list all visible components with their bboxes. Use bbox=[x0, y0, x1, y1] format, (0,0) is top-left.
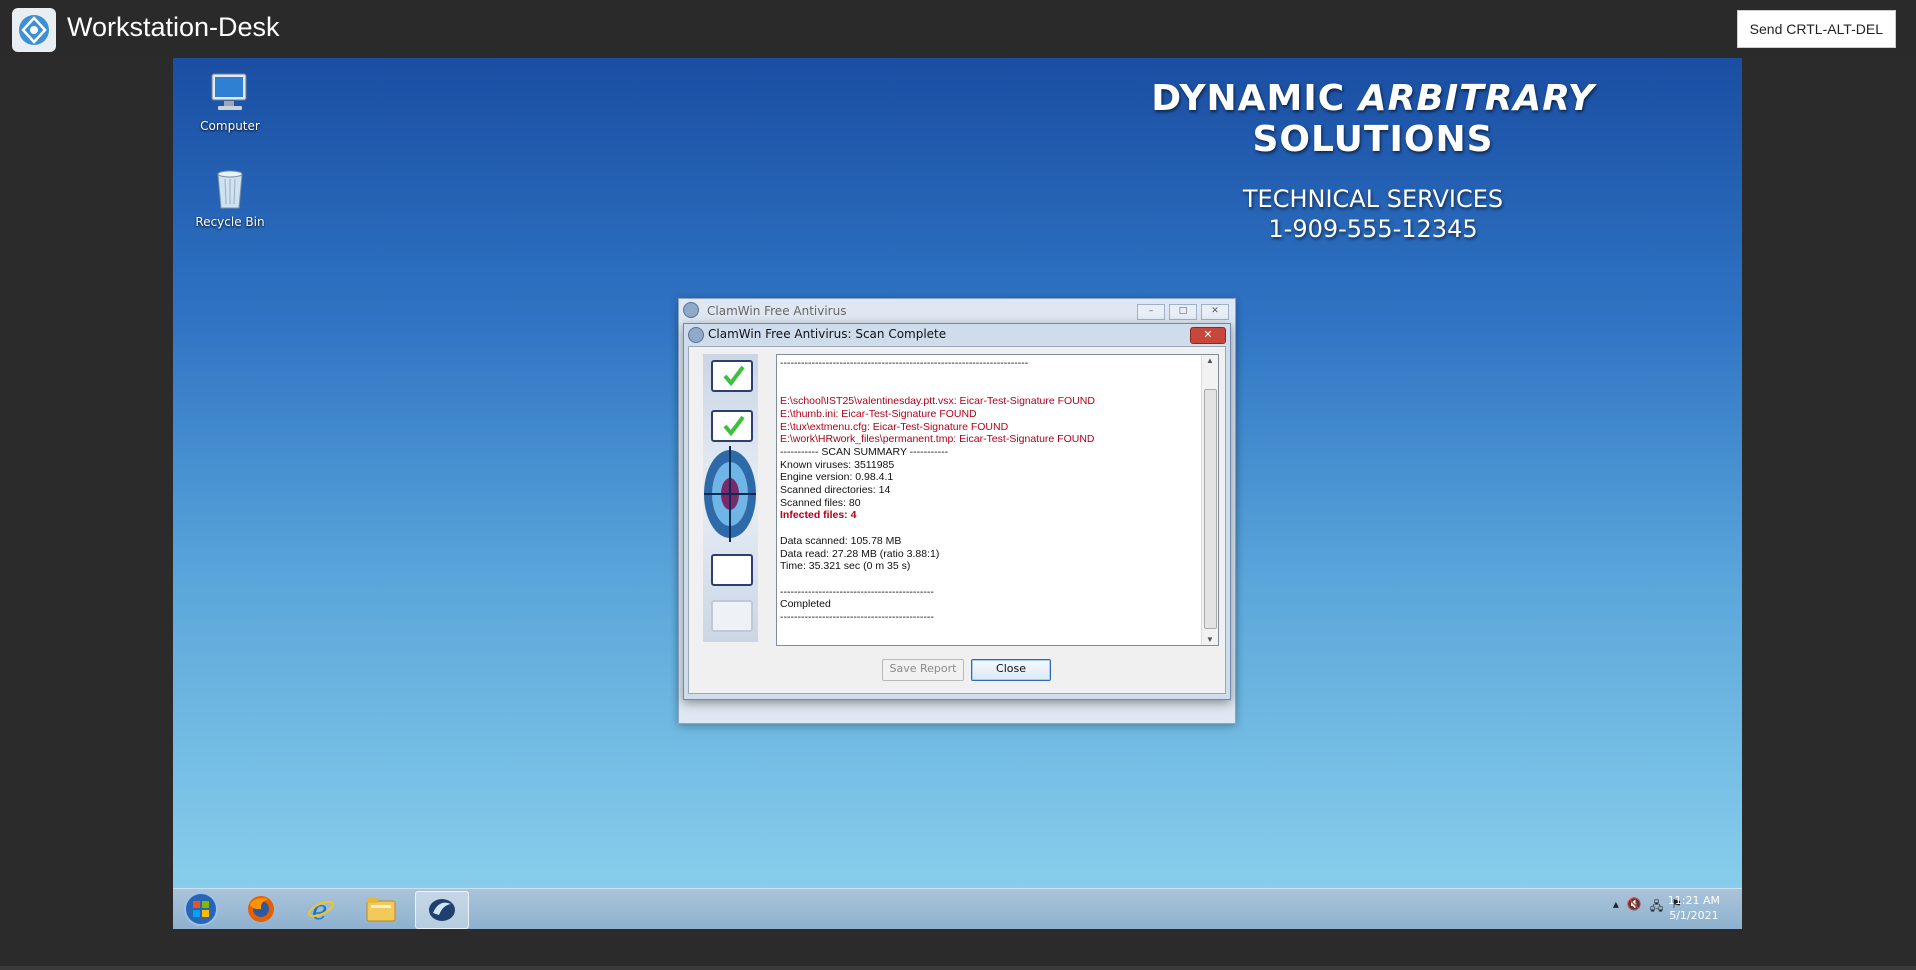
taskbar: e ▴ 🔇 🖧 ⚑ 11:21 AM 5/1/2021 bbox=[173, 888, 1742, 929]
log-line: E:\work\HRwork_files\permanent.tmp: Eica… bbox=[780, 433, 1095, 446]
dialog-body: ----------------------------------------… bbox=[688, 346, 1226, 694]
brand-subtitle: TECHNICAL SERVICES 1-909-555-12345 bbox=[1242, 185, 1504, 243]
scan-report-log[interactable]: ----------------------------------------… bbox=[776, 354, 1219, 646]
log-line: Data read: 27.28 MB (ratio 3.88:1) bbox=[780, 547, 940, 560]
volume-muted-icon[interactable]: 🔇 bbox=[1627, 897, 1642, 918]
maximize-button[interactable]: □ bbox=[1169, 304, 1197, 320]
remote-desktop[interactable]: Computer Recycle Bin DYNAMIC ARBITRARY S… bbox=[173, 58, 1742, 929]
workstation-logo-icon bbox=[12, 8, 56, 52]
app-title: Workstation-Desk bbox=[67, 12, 280, 42]
log-line: Known viruses: 3511985 bbox=[780, 458, 895, 471]
desktop-icon-label: Computer bbox=[200, 119, 260, 133]
dialog-title-bar[interactable]: ClamWin Free Antivirus: Scan Complete ✕ bbox=[684, 324, 1230, 344]
log-line: Scanned files: 80 bbox=[780, 496, 861, 509]
log-line: Time: 35.321 sec (0 m 35 s) bbox=[780, 560, 911, 573]
file-explorer-icon[interactable] bbox=[355, 891, 407, 927]
close-button[interactable]: Close bbox=[971, 659, 1051, 681]
log-line: ----------------------------------------… bbox=[780, 357, 1029, 369]
minimize-button[interactable]: – bbox=[1137, 304, 1165, 320]
save-report-button[interactable]: Save Report bbox=[882, 659, 964, 681]
log-line: Data scanned: 105.78 MB bbox=[780, 534, 902, 547]
dialog-title: ClamWin Free Antivirus: Scan Complete bbox=[708, 327, 947, 341]
start-orb-icon[interactable] bbox=[175, 891, 227, 927]
desktop-icon-recycle-bin[interactable]: Recycle Bin bbox=[185, 164, 275, 229]
close-button[interactable]: ✕ bbox=[1201, 304, 1229, 320]
tray-expand-icon[interactable]: ▴ bbox=[1613, 897, 1619, 918]
scroll-down-icon[interactable]: ▼ bbox=[1202, 635, 1218, 644]
window-title: ClamWin Free Antivirus bbox=[707, 304, 847, 318]
log-line: E:\tux\extmenu.cfg: Eicar-Test-Signature… bbox=[780, 420, 1009, 433]
log-line: Infected files: 4 bbox=[780, 509, 857, 522]
log-line: E:\thumb.ini: Eicar-Test-Signature FOUND bbox=[780, 407, 977, 420]
clamwin-icon bbox=[688, 327, 704, 343]
check-complete-icon bbox=[711, 410, 753, 442]
log-line: ----------------------------------------… bbox=[780, 585, 934, 598]
dialog-close-x-button[interactable]: ✕ bbox=[1190, 327, 1226, 344]
computer-icon bbox=[206, 68, 254, 116]
desktop-icon-label: Recycle Bin bbox=[195, 215, 265, 229]
scroll-up-icon[interactable]: ▲ bbox=[1202, 356, 1218, 365]
log-line: Engine version: 0.98.4.1 bbox=[780, 471, 894, 484]
log-line: Completed bbox=[780, 598, 831, 611]
clock-time: 11:21 AM bbox=[1667, 894, 1720, 907]
clamwin-icon[interactable] bbox=[415, 891, 469, 929]
recycle-bin-icon bbox=[206, 164, 254, 212]
progress-sidebar bbox=[703, 354, 758, 642]
scan-report-text: ----------------------------------------… bbox=[780, 357, 1200, 624]
scan-complete-dialog[interactable]: ClamWin Free Antivirus: Scan Complete ✕ … bbox=[683, 323, 1231, 700]
desktop-icon-computer[interactable]: Computer bbox=[185, 68, 275, 133]
log-scrollbar[interactable]: ▲ ▼ bbox=[1201, 355, 1218, 645]
check-empty-icon bbox=[711, 554, 753, 586]
window-title-bar[interactable]: ClamWin Free Antivirus – □ ✕ bbox=[679, 299, 1235, 323]
wallpaper-branding: DYNAMIC ARBITRARY SOLUTIONS TECHNICAL SE… bbox=[1073, 78, 1673, 244]
scroll-thumb[interactable] bbox=[1204, 389, 1217, 629]
check-complete-icon bbox=[711, 360, 753, 392]
internet-explorer-icon[interactable]: e bbox=[295, 891, 347, 927]
svg-text:e: e bbox=[312, 896, 327, 924]
log-line: Scanned directories: 14 bbox=[780, 484, 891, 497]
scan-target-icon bbox=[703, 444, 758, 549]
clock-date: 5/1/2021 bbox=[1669, 909, 1719, 922]
log-line: ----------- SCAN SUMMARY ----------- bbox=[780, 445, 949, 458]
log-line: E:\school\IST25\valentinesday.ptt.vsx: E… bbox=[780, 395, 1095, 408]
app-bar: Workstation-Desk Send CRTL-ALT-DEL bbox=[0, 0, 1916, 57]
taskbar-clock[interactable]: 11:21 AM 5/1/2021 bbox=[1668, 893, 1720, 923]
page-bottom-strip bbox=[0, 966, 1916, 970]
log-line: ----------------------------------------… bbox=[780, 611, 934, 624]
clamwin-icon bbox=[683, 302, 699, 318]
check-empty-icon bbox=[711, 600, 753, 632]
network-icon[interactable]: 🖧 bbox=[1650, 897, 1663, 918]
send-ctrl-alt-del-button[interactable]: Send CRTL-ALT-DEL bbox=[1736, 10, 1896, 48]
brand-company-name: DYNAMIC ARBITRARY SOLUTIONS bbox=[1151, 78, 1595, 160]
firefox-icon[interactable] bbox=[235, 891, 287, 927]
